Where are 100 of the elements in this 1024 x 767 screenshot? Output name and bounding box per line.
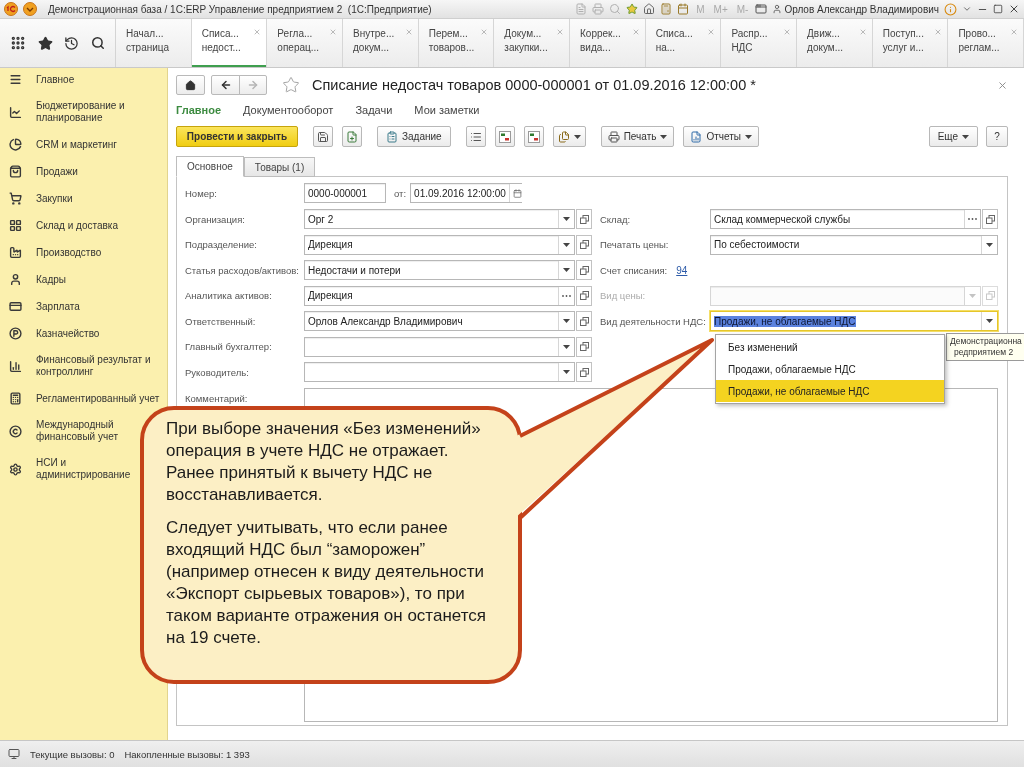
toolbar-button[interactable] bbox=[523, 126, 544, 147]
dropdown-option[interactable]: Продажи, не облагаемые НДС bbox=[716, 380, 944, 402]
dropdown-button[interactable] bbox=[558, 363, 574, 381]
account-link[interactable]: 94 bbox=[676, 264, 688, 276]
toolbar-menu-button[interactable] bbox=[552, 126, 586, 147]
calculator-icon[interactable] bbox=[660, 3, 673, 15]
menu-icon bbox=[9, 73, 22, 86]
toolbar-button[interactable] bbox=[313, 126, 333, 147]
select-field[interactable] bbox=[304, 362, 575, 382]
post-and-close-button[interactable]: Провести и закрыть bbox=[176, 126, 298, 147]
section-item[interactable]: Финансовый результат и контроллинг bbox=[9, 352, 153, 380]
section-item[interactable]: Бюджетирование и планирование bbox=[9, 98, 127, 126]
section-item[interactable]: НСИ и администрирование bbox=[9, 455, 133, 483]
section-item[interactable]: Регламентированный учет bbox=[9, 390, 162, 407]
section-item[interactable]: Производство bbox=[9, 244, 104, 261]
open-window-tab[interactable]: Начал... страница bbox=[116, 19, 192, 67]
calendar-icon[interactable] bbox=[677, 3, 690, 15]
choice-field[interactable]: Склад коммерческой службы bbox=[710, 209, 981, 229]
open-button[interactable] bbox=[982, 209, 998, 229]
select-field[interactable]: Дирекция bbox=[304, 234, 575, 255]
input-field[interactable]: 0000-000001 bbox=[304, 183, 386, 203]
document-icon[interactable] bbox=[575, 3, 588, 15]
dropdown-button[interactable] bbox=[558, 261, 574, 279]
open-button[interactable] bbox=[576, 260, 592, 280]
open-window-tab[interactable]: Поступ... услуг и... bbox=[872, 19, 949, 67]
section-item[interactable]: Склад и доставка bbox=[9, 217, 120, 234]
open-button[interactable] bbox=[576, 209, 592, 229]
section-item[interactable]: Закупки bbox=[9, 190, 75, 207]
more-button[interactable]: Еще bbox=[928, 126, 978, 147]
open-window-tab[interactable]: Перем... товаров... bbox=[418, 19, 495, 67]
open-window-tab[interactable]: Коррек... вида... bbox=[570, 19, 646, 67]
form-tab[interactable]: Основное bbox=[176, 156, 244, 177]
form-section-link[interactable]: Мои заметки bbox=[414, 104, 480, 116]
menu-button[interactable]: Отчеты bbox=[683, 126, 759, 147]
date-field[interactable]: 01.09.2016 12:00:00 bbox=[410, 183, 523, 203]
section-item[interactable]: Казначейство bbox=[9, 325, 102, 342]
section-item[interactable]: Международный финансовый учет bbox=[9, 417, 120, 445]
grid-icon[interactable] bbox=[9, 35, 26, 51]
section-item[interactable]: Главное bbox=[9, 71, 77, 88]
dropdown-button[interactable] bbox=[981, 235, 997, 254]
home-button[interactable] bbox=[176, 75, 205, 95]
choice-button[interactable] bbox=[558, 286, 574, 305]
task-button[interactable]: Задание bbox=[377, 126, 451, 147]
section-item[interactable]: Кадры bbox=[9, 271, 68, 288]
section-item[interactable]: Зарплата bbox=[9, 298, 82, 315]
toolbar-button[interactable] bbox=[342, 126, 362, 147]
chevron-down-icon[interactable] bbox=[962, 4, 972, 14]
back-button[interactable] bbox=[211, 75, 240, 95]
search-icon[interactable] bbox=[91, 36, 106, 50]
dropdown-circle-icon[interactable] bbox=[23, 2, 37, 16]
dropdown-option[interactable]: Без изменений bbox=[716, 336, 944, 358]
toolbar-button[interactable] bbox=[465, 126, 486, 147]
open-button[interactable] bbox=[576, 362, 592, 382]
open-window-tab[interactable]: Внутре... докум... bbox=[343, 19, 419, 67]
section-item[interactable]: Продажи bbox=[9, 163, 80, 180]
form-section-link[interactable]: Документооборот bbox=[243, 104, 334, 116]
form-section-link[interactable]: Главное bbox=[176, 104, 222, 116]
printer-icon[interactable] bbox=[592, 3, 605, 15]
open-button[interactable] bbox=[576, 285, 592, 306]
field-label: Вид цены: bbox=[600, 290, 647, 301]
info-icon[interactable] bbox=[944, 2, 957, 16]
window-icon[interactable] bbox=[755, 3, 768, 15]
open-window-tab[interactable]: Распр... НДС bbox=[721, 19, 798, 67]
choice-field[interactable]: Дирекция bbox=[304, 285, 575, 306]
select-field[interactable]: Недостачи и потери bbox=[304, 260, 575, 280]
dropdown-option[interactable]: Продажи, облагаемые НДС bbox=[716, 358, 944, 380]
star-icon[interactable] bbox=[626, 3, 639, 15]
open-button[interactable] bbox=[576, 234, 592, 255]
toolbar-button[interactable] bbox=[494, 126, 515, 147]
dropdown-button[interactable] bbox=[558, 337, 574, 356]
open-window-tab[interactable]: Прово... реглам... bbox=[948, 19, 1024, 67]
select-field[interactable]: Орлов Александр Владимирович bbox=[304, 311, 575, 331]
open-window-tab[interactable]: Регла... операц... bbox=[267, 19, 343, 67]
select-field[interactable]: Продажи, не облагаемые НДС bbox=[710, 311, 998, 331]
open-window-tab[interactable]: Списа... на... bbox=[645, 19, 722, 67]
maximize-icon[interactable] bbox=[993, 4, 1003, 14]
form-tab[interactable]: Товары (1) bbox=[243, 157, 316, 177]
section-item[interactable]: CRM и маркетинг bbox=[9, 136, 119, 153]
select-field[interactable]: Орг 2 bbox=[304, 209, 575, 229]
dropdown-button[interactable] bbox=[558, 210, 574, 228]
home-icon[interactable] bbox=[643, 3, 656, 15]
open-window-tab[interactable]: Докум... закупки... bbox=[494, 19, 571, 67]
dropdown-button[interactable] bbox=[558, 312, 574, 330]
history-icon[interactable] bbox=[64, 35, 80, 51]
open-window-tab[interactable]: Движ... докум... bbox=[797, 19, 873, 67]
star-icon[interactable] bbox=[37, 35, 53, 51]
dropdown-button[interactable] bbox=[558, 235, 574, 254]
close-icon[interactable] bbox=[1008, 3, 1020, 15]
choice-button[interactable] bbox=[964, 210, 980, 228]
help-button[interactable]: ? bbox=[986, 126, 1008, 147]
select-field[interactable]: По себестоимости bbox=[710, 234, 998, 255]
open-button[interactable] bbox=[576, 311, 592, 331]
form-section-link[interactable]: Задачи bbox=[355, 104, 393, 116]
calendar-button[interactable] bbox=[508, 184, 525, 202]
menu-button[interactable]: Печать bbox=[600, 126, 675, 147]
user-name[interactable]: Орлов Александр Владимирович bbox=[784, 3, 939, 15]
open-window-tab[interactable]: Списа... недост... bbox=[191, 19, 268, 67]
star-icon[interactable] bbox=[282, 76, 300, 94]
select-field[interactable] bbox=[304, 336, 575, 357]
open-button[interactable] bbox=[576, 336, 592, 357]
